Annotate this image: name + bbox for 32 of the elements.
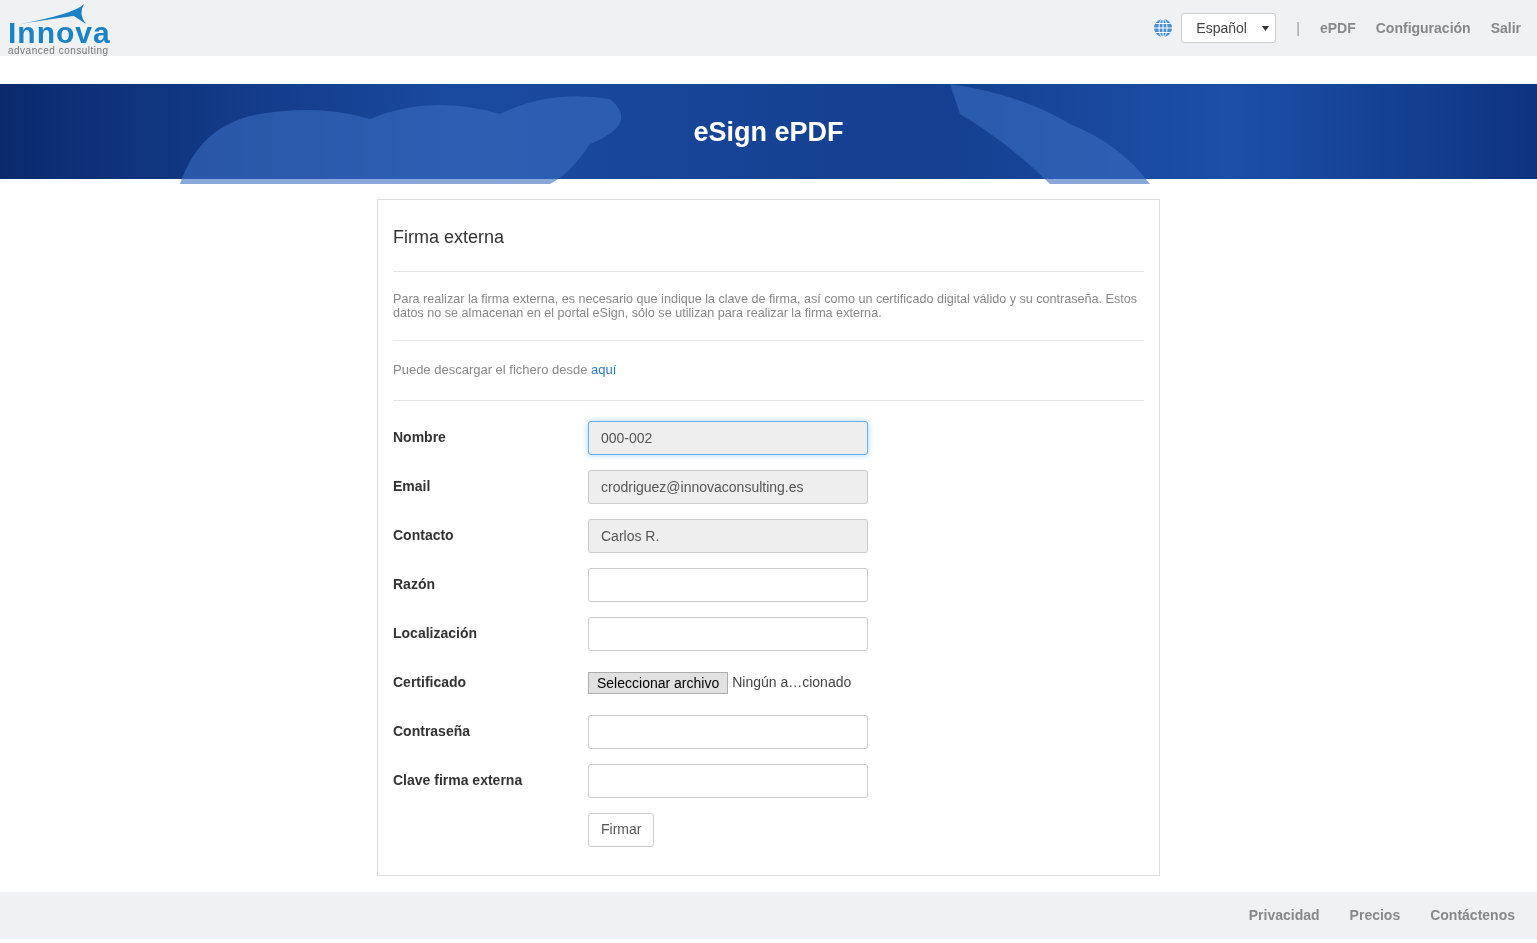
input-field[interactable] <box>588 567 868 602</box>
nav-link[interactable]: Configuración <box>1375 17 1471 39</box>
footer-link[interactable]: Contáctenos <box>1430 904 1515 926</box>
nav-link[interactable]: ePDF <box>1319 17 1356 39</box>
description-text: Para realizar la firma externa, es necesario que indique la clave de firma, así como un certificado digital válido y su contraseña. Estos datos no se almacenan en el portal eSign, sólo se utilizan para realizar la firma externa. <box>393 272 1144 342</box>
language-select[interactable]: Español <box>1181 13 1277 43</box>
card-title: Firma externa <box>393 200 1144 273</box>
field-label: Localización <box>393 624 479 644</box>
caret-icon <box>1262 25 1270 31</box>
field-label: Email <box>393 477 432 497</box>
separator: | <box>1296 18 1300 38</box>
download-link[interactable]: aquí <box>591 362 617 378</box>
nav-link[interactable]: Salir <box>1490 17 1521 39</box>
banner-title: eSign ePDF <box>693 115 844 149</box>
download-text: Puede descargar el fichero desde <box>393 362 588 378</box>
input-field[interactable] <box>588 763 868 798</box>
logo-tagline: advanced consulting <box>8 46 109 56</box>
choose-file-button[interactable]: Seleccionar archivo <box>588 671 729 694</box>
logo-text: Innova <box>8 20 111 46</box>
field-label: Razón <box>393 575 436 595</box>
field-label: Certificado <box>393 673 468 693</box>
field-label: Nombre <box>393 428 447 448</box>
field-label: Clave firma externa <box>393 771 524 791</box>
password-field[interactable] <box>588 714 868 749</box>
field-label: Contacto <box>393 526 455 546</box>
sign-button[interactable]: Firmar <box>588 812 655 847</box>
footer-link[interactable]: Privacidad <box>1248 904 1320 926</box>
field-label: Contraseña <box>393 722 472 742</box>
footer-link[interactable]: Precios <box>1349 904 1401 926</box>
file-status: Ningún a…cionado <box>732 673 852 693</box>
globe-icon <box>1153 18 1174 38</box>
input-field[interactable] <box>588 616 868 651</box>
